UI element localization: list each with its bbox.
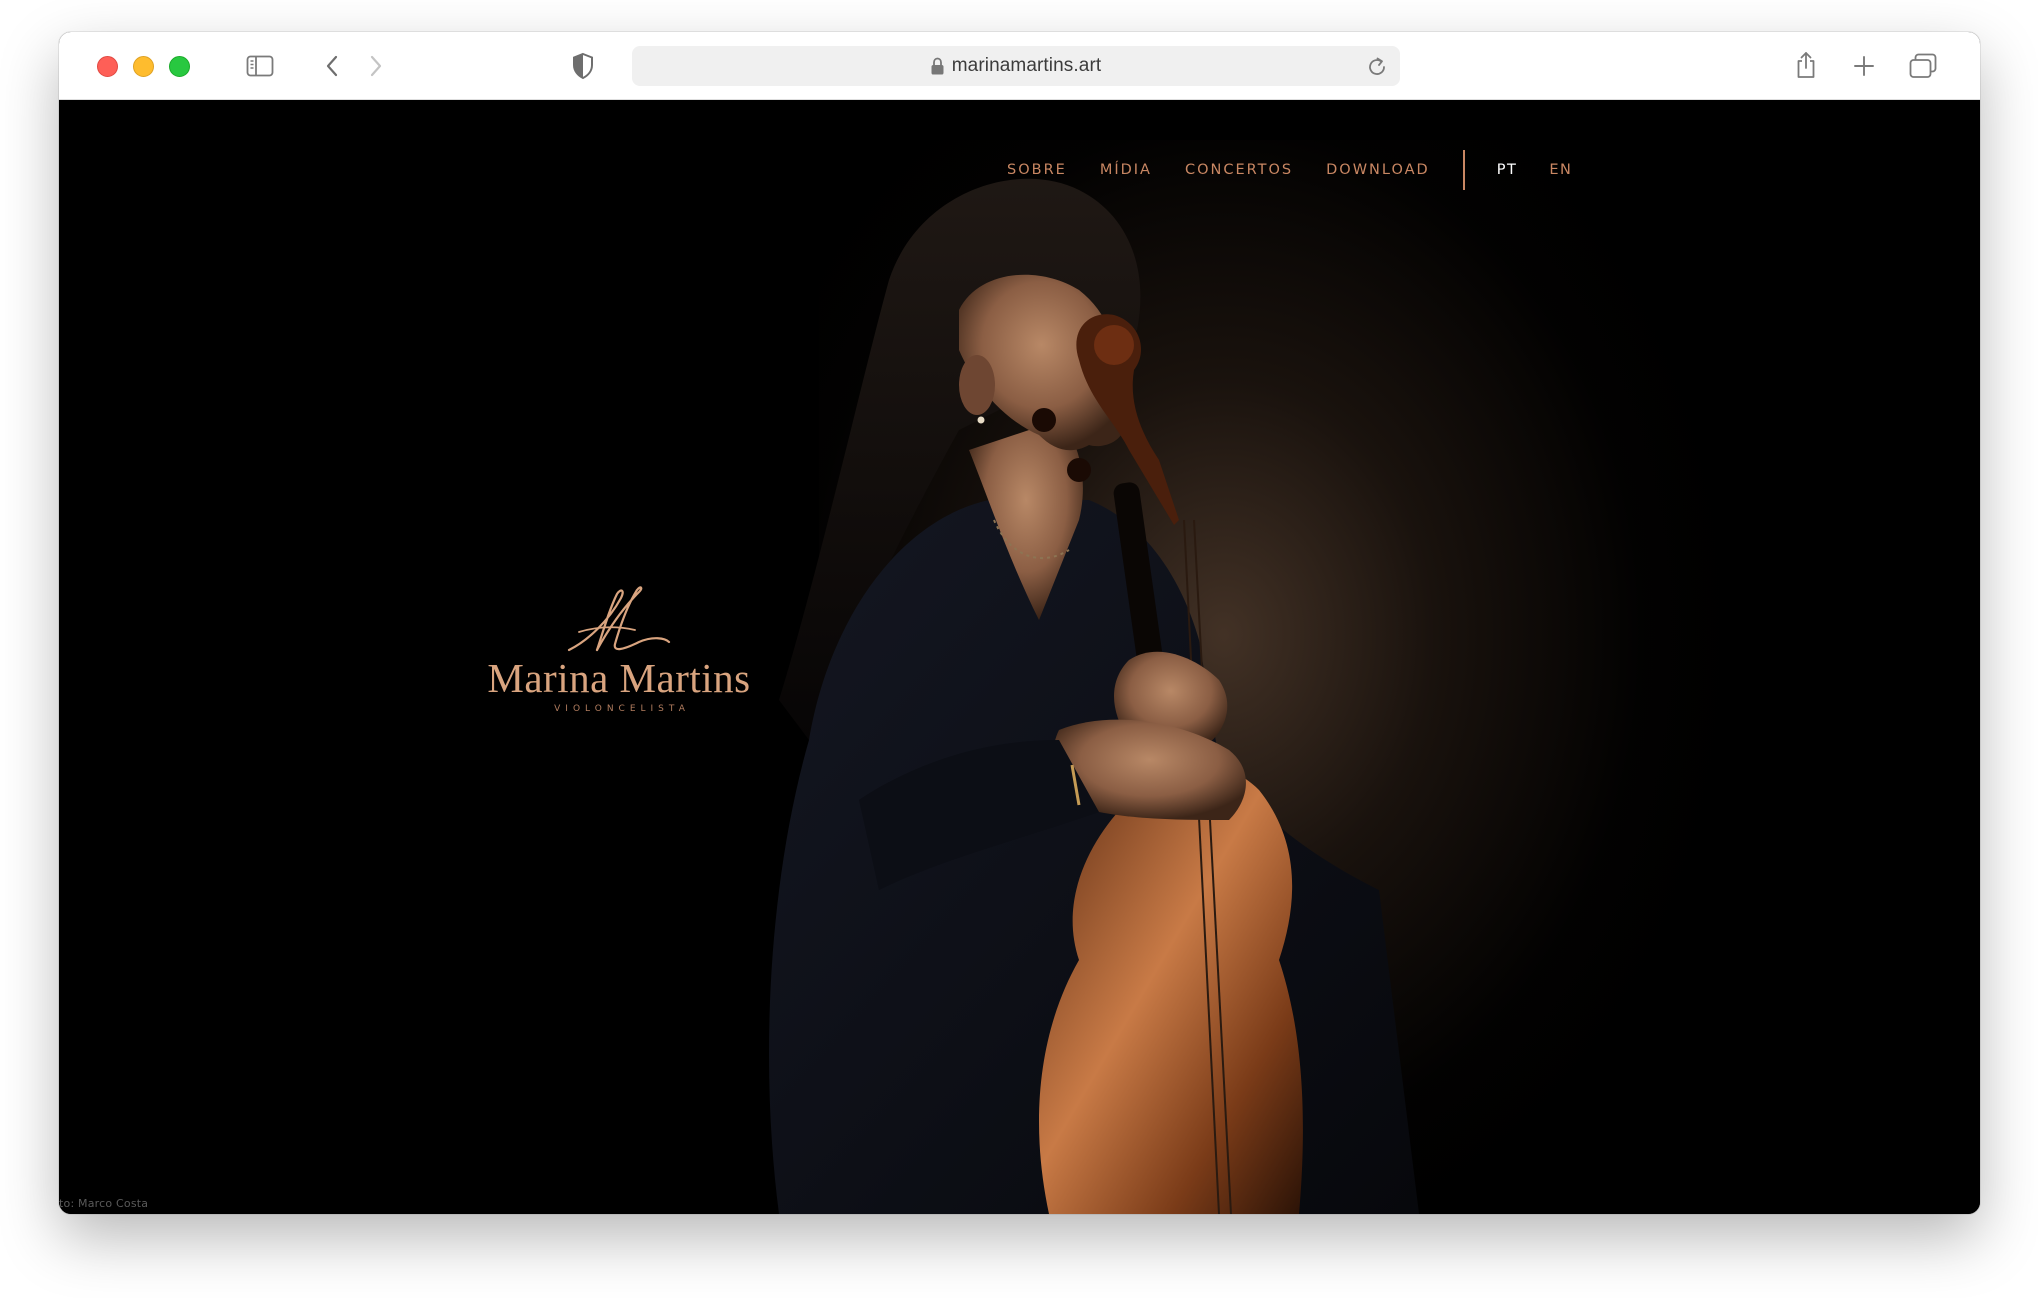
nav-divider [1462, 150, 1465, 190]
address-url: marinamartins.art [951, 55, 1102, 76]
privacy-shield-icon[interactable] [571, 52, 595, 80]
lang-en[interactable]: EN [1549, 162, 1572, 178]
main-nav: SOBRE MÍDIA CONCERTOS DOWNLOAD PT EN [1007, 150, 1604, 190]
sidebar-icon[interactable] [246, 54, 274, 78]
nav-midia[interactable]: MÍDIA [1100, 162, 1152, 178]
lock-icon [931, 57, 944, 75]
signature-monogram-icon [567, 586, 671, 652]
nav-download[interactable]: DOWNLOAD [1326, 162, 1430, 178]
close-window-button[interactable] [97, 56, 118, 77]
address-bar[interactable]: marinamartins.art [632, 46, 1400, 86]
logo-name: Marina Martins [487, 655, 751, 701]
nav-concertos[interactable]: CONCERTOS [1185, 162, 1293, 178]
back-chevron-icon[interactable] [324, 54, 340, 78]
lang-pt[interactable]: PT [1497, 162, 1518, 178]
reload-icon[interactable] [1366, 56, 1388, 78]
new-tab-icon[interactable] [1854, 56, 1874, 76]
hero-section: SOBRE MÍDIA CONCERTOS DOWNLOAD PT EN Mar… [59, 100, 1980, 1214]
site-logo[interactable]: Marina Martins VIOLONCELISTA [459, 580, 779, 730]
logo-subtitle: VIOLONCELISTA [554, 704, 690, 714]
minimize-window-button[interactable] [133, 56, 154, 77]
share-icon[interactable] [1794, 50, 1818, 80]
browser-toolbar: marinamartins.art [59, 32, 1980, 100]
nav-sobre[interactable]: SOBRE [1007, 162, 1067, 178]
zoom-window-button[interactable] [169, 56, 190, 77]
photo-credit: to: Marco Costa [59, 1197, 149, 1210]
tab-overview-icon[interactable] [1909, 53, 1937, 79]
browser-window: marinamartins.art SOBRE MÍDIA CONCERTOS … [59, 32, 1980, 1214]
cellist-photo [769, 178, 1419, 1214]
forward-chevron-icon[interactable] [368, 54, 384, 78]
